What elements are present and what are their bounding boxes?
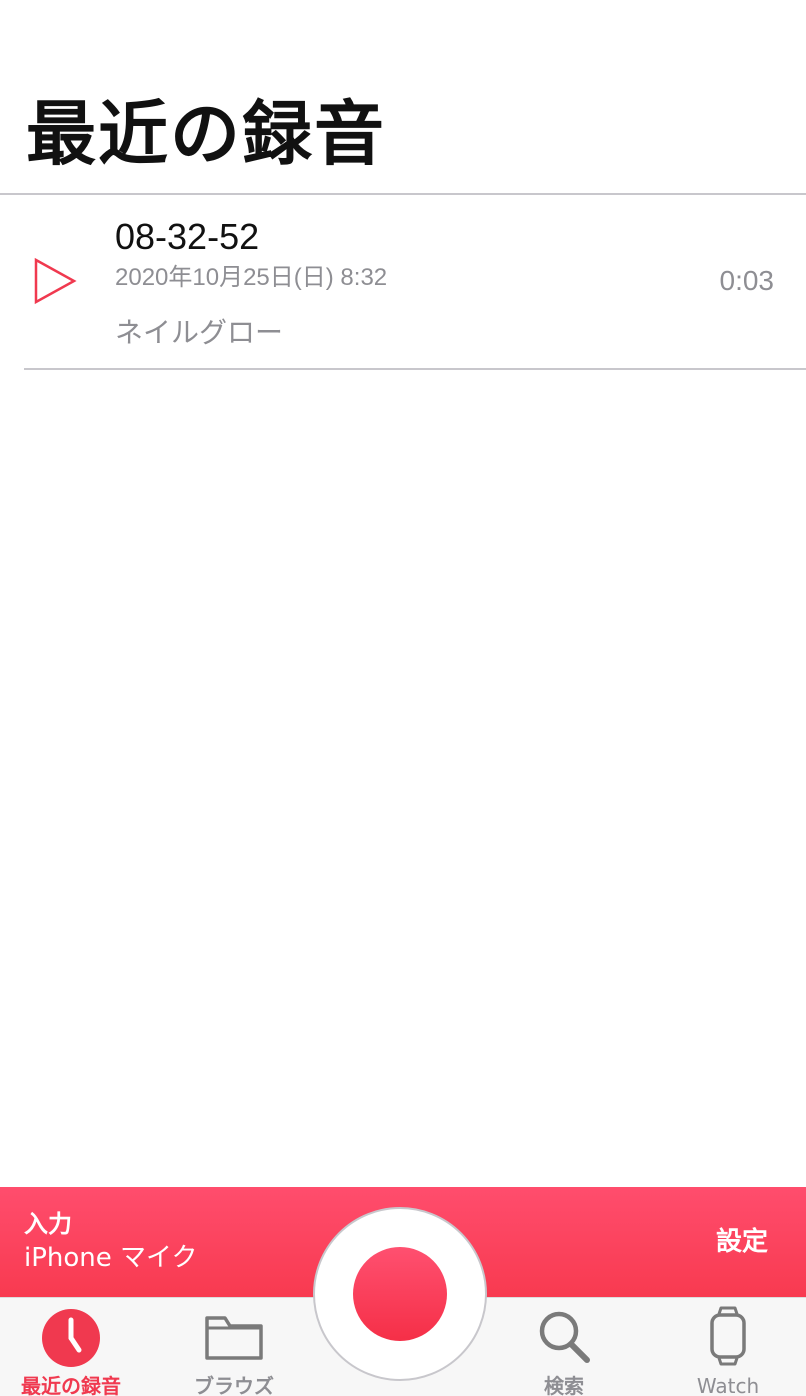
record-button[interactable] <box>313 1207 487 1381</box>
input-label: 入力 <box>24 1210 72 1238</box>
clock-icon <box>42 1309 100 1367</box>
search-icon <box>539 1311 590 1363</box>
tab-recent[interactable]: 最近の録音 <box>0 1298 142 1396</box>
recording-location: ネイルグロー <box>115 316 284 349</box>
watch-icon <box>710 1306 746 1366</box>
recording-row[interactable]: 08-32-52 2020年10月25日(日) 8:32 0:03 ネイルグロー <box>0 195 806 369</box>
play-icon[interactable] <box>30 257 78 305</box>
page-title: 最近の録音 <box>26 93 386 175</box>
tab-browse[interactable]: ブラウズ <box>163 1298 305 1396</box>
input-device: iPhone マイク <box>24 1243 198 1273</box>
record-circle-icon <box>353 1247 447 1341</box>
tab-search-label: 検索 <box>544 1374 584 1396</box>
tab-recent-label: 最近の録音 <box>21 1374 121 1396</box>
tab-watch[interactable]: Watch <box>657 1298 799 1396</box>
folder-icon <box>205 1316 263 1360</box>
tab-watch-label: Watch <box>696 1374 760 1396</box>
recording-date: 2020年10月25日(日) 8:32 <box>115 264 388 291</box>
tab-browse-label: ブラウズ <box>194 1374 274 1396</box>
row-divider <box>24 368 806 370</box>
tab-search[interactable]: 検索 <box>493 1298 635 1396</box>
settings-button[interactable]: 設定 <box>716 1226 768 1258</box>
recording-name: 08-32-52 <box>115 216 260 257</box>
recording-duration: 0:03 <box>719 265 775 296</box>
